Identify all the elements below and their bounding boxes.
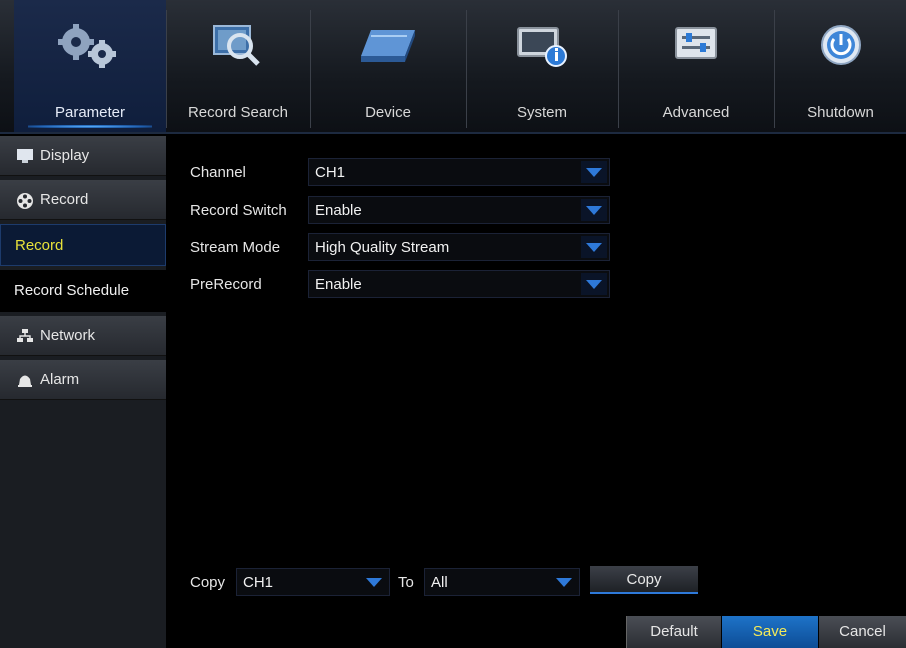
sidebar-item-network[interactable]: Network	[0, 316, 166, 356]
chevron-down-icon[interactable]	[581, 273, 607, 295]
stream-mode-select[interactable]: High Quality Stream	[308, 233, 610, 261]
channel-select[interactable]: CH1	[308, 158, 610, 186]
tab-parameter[interactable]: Parameter	[14, 0, 166, 132]
record-settings-panel: Channel CH1 Record Switch Enable Stream …	[166, 136, 906, 648]
magnifier-icon	[210, 22, 266, 75]
select-value: CH1	[243, 574, 274, 591]
gears-icon	[54, 22, 126, 77]
sidebar-item-label: Record Schedule	[14, 282, 130, 299]
channel-label: Channel	[190, 164, 246, 181]
hard-drive-icon	[357, 22, 419, 73]
tab-shutdown[interactable]: Shutdown	[775, 0, 906, 132]
tab-label: Parameter	[54, 104, 126, 121]
select-value: All	[431, 574, 448, 591]
select-value: Enable	[315, 276, 362, 293]
stream-mode-label: Stream Mode	[190, 239, 281, 256]
power-icon	[818, 22, 864, 73]
select-value: High Quality Stream	[315, 239, 450, 256]
record-switch-select[interactable]: Enable	[308, 196, 610, 224]
sliders-icon	[670, 22, 722, 71]
top-nav: Parameter Record Search Device System Ad…	[0, 0, 906, 134]
tab-advanced[interactable]: Advanced	[619, 0, 773, 132]
to-label: To	[398, 574, 414, 591]
default-button[interactable]: Default	[626, 616, 721, 648]
copy-to-select[interactable]: All	[424, 568, 580, 596]
prerecord-label: PreRecord	[190, 276, 262, 293]
tab-label: System	[516, 104, 567, 121]
sidebar: Display Record Record Record Schedule Ne…	[0, 136, 166, 648]
sidebar-item-label: Network	[40, 327, 96, 344]
tab-device[interactable]: Device	[311, 0, 465, 132]
chevron-down-icon[interactable]	[581, 199, 607, 221]
save-button[interactable]: Save	[722, 616, 818, 648]
sidebar-item-display[interactable]: Display	[0, 136, 166, 176]
sidebar-item-record-schedule[interactable]: Record Schedule	[0, 270, 166, 312]
tab-label: Shutdown	[807, 104, 874, 121]
copy-label: Copy	[190, 574, 226, 591]
prerecord-select[interactable]: Enable	[308, 270, 610, 298]
copy-button[interactable]: Copy	[590, 566, 698, 594]
record-switch-label: Record Switch	[190, 202, 287, 219]
monitor-info-icon	[514, 22, 570, 75]
sidebar-item-record-sub[interactable]: Record	[0, 224, 166, 266]
alarm-bell-icon	[16, 372, 34, 388]
tab-label: Advanced	[662, 104, 730, 121]
monitor-icon	[16, 148, 34, 164]
tab-label: Record Search	[187, 104, 289, 121]
select-value: CH1	[315, 164, 346, 181]
sidebar-item-label: Record	[15, 237, 64, 254]
sidebar-item-alarm[interactable]: Alarm	[0, 360, 166, 400]
chevron-down-icon[interactable]	[581, 236, 607, 258]
sidebar-item-label: Display	[40, 147, 90, 164]
chevron-down-icon[interactable]	[551, 571, 577, 593]
sidebar-item-label: Alarm	[40, 371, 80, 388]
select-value: Enable	[315, 202, 362, 219]
chevron-down-icon[interactable]	[581, 161, 607, 183]
tab-system[interactable]: System	[467, 0, 617, 132]
cancel-button[interactable]: Cancel	[819, 616, 906, 648]
copy-from-select[interactable]: CH1	[236, 568, 390, 596]
network-icon	[16, 328, 34, 344]
sidebar-item-record[interactable]: Record	[0, 180, 166, 220]
sidebar-item-label: Record	[40, 191, 89, 208]
tab-label: Device	[365, 104, 411, 121]
chevron-down-icon[interactable]	[361, 571, 387, 593]
tab-record-search[interactable]: Record Search	[167, 0, 309, 132]
film-reel-icon	[16, 192, 34, 209]
